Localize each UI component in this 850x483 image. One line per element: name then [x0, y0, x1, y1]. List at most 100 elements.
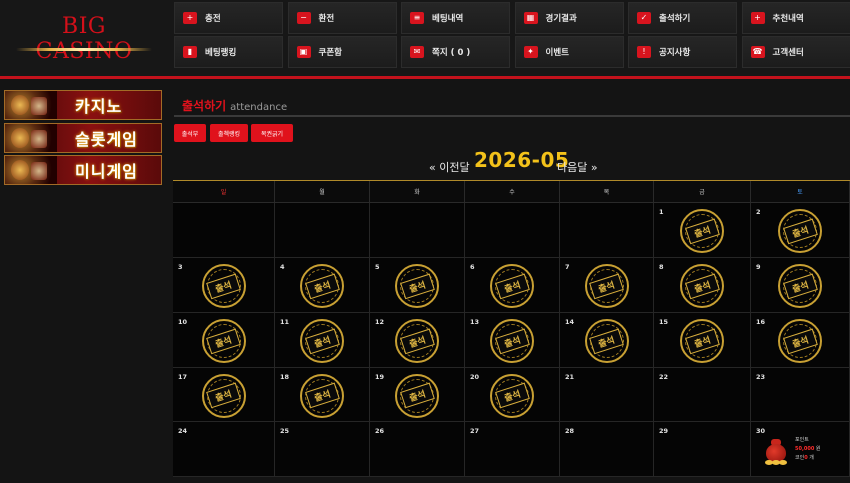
calendar-day: 12 출석 [370, 313, 465, 368]
attendance-stamp: 출석 [490, 264, 534, 309]
nav-label: 환전 [318, 14, 335, 24]
stamp-text: 출석 [782, 328, 818, 354]
weekday-header: 화 [370, 181, 465, 203]
point-amount: 50,000 [795, 446, 815, 452]
attendance-page: BIG CASINO + 충전 − 환전 ≡ 베팅내역 ▦ 경기결과 ✓ 출석하기 + 추천내역 ▮ 베팅… [0, 0, 850, 483]
stamp-text: 출석 [589, 273, 624, 299]
calendar-day: 9 출석 [751, 258, 850, 313]
game-banner-2[interactable]: 슬롯게임 [4, 122, 162, 153]
weekday-header: 월 [275, 181, 370, 203]
stamp-text: 출석 [399, 273, 435, 299]
logo-text: BIG CASINO [35, 14, 133, 64]
nav-button-3[interactable]: ≡ 베팅내역 [401, 2, 510, 34]
stamp-text: 출석 [304, 273, 340, 299]
day-number: 20 [470, 373, 480, 381]
attendance-calendar: 일 월 화 수 목 금 토 1 출석 2 출석 3 출석 4 출석 5 출석 6 출석 7 출석 8 출석 9 출석 10 출석 11… [173, 180, 850, 483]
banner-art-chip [11, 160, 29, 180]
calendar-empty-cell [173, 203, 275, 258]
month-navigation: « 이전달 2026-05 다음달 » [174, 146, 850, 176]
weekday-header: 일 [173, 181, 275, 203]
attendance-stamp: 출석 [201, 319, 246, 364]
day-number: 12 [375, 318, 385, 326]
day-number: 30 [756, 427, 766, 435]
calendar-day: 13 출석 [465, 313, 560, 368]
nav-button-4[interactable]: ▦ 경기결과 [514, 2, 624, 34]
nav-label: 고객센터 [772, 48, 804, 58]
day-number: 8 [659, 263, 664, 271]
next-month-link[interactable]: 다음달 » [557, 159, 598, 175]
page-title-korean: 출석하기 [182, 99, 227, 113]
stamp-text: 출석 [684, 273, 720, 299]
calendar-day: 8 출석 [654, 258, 751, 313]
nav-label: 충전 [205, 14, 221, 24]
nav-button-1[interactable]: + 충전 [174, 2, 283, 34]
reward-point-value: 50,000 원 [795, 446, 821, 452]
day-number: 27 [470, 427, 480, 435]
day-number: 23 [756, 373, 766, 381]
calendar-day: 1 출석 [654, 203, 751, 258]
nav-button-8[interactable]: ▣ 쿠폰함 [287, 36, 397, 68]
nav-button-2[interactable]: − 환전 [287, 2, 397, 34]
attendance-stamp: 출석 [680, 264, 724, 309]
header: BIG CASINO + 충전 − 환전 ≡ 베팅내역 ▦ 경기결과 ✓ 출석하기 + 추천내역 ▮ 베팅… [0, 0, 850, 76]
nav-label: 공지사항 [659, 48, 691, 58]
banner-art-chip [11, 127, 29, 148]
current-month: 2026-05 [474, 148, 570, 172]
attendance-stamp: 출석 [395, 319, 439, 364]
calendar-day: 27 [465, 422, 560, 477]
coin-amount: 0 [804, 455, 808, 461]
site-logo[interactable]: BIG CASINO [10, 14, 158, 64]
day-number: 28 [565, 427, 575, 435]
prev-month-link[interactable]: « 이전달 [429, 159, 470, 175]
logo-underline [16, 48, 152, 51]
game-banner-3[interactable]: 미니게임 [4, 155, 162, 185]
stamp-text: 출석 [206, 382, 241, 409]
calendar-day: 14 출석 [560, 313, 654, 368]
nav-button-12[interactable]: ☎ 고객센터 [741, 36, 850, 68]
nav-button-5[interactable]: ✓ 출석하기 [628, 2, 737, 34]
stamp-text: 출석 [304, 328, 340, 354]
banner-art [5, 156, 57, 184]
nav-label: 경기결과 [545, 14, 577, 24]
day-number: 9 [756, 263, 761, 271]
tab-button-1[interactable]: 출석부 [174, 124, 206, 142]
nav-button-10[interactable]: ✦ 이벤트 [514, 36, 624, 68]
day-number: 4 [280, 263, 285, 271]
calendar-empty-cell [560, 203, 654, 258]
calendar-day: 10 출석 [173, 313, 275, 368]
day-number: 2 [756, 208, 761, 216]
banner-label: 슬롯게임 [75, 129, 138, 149]
stamp-text: 출석 [782, 273, 818, 299]
attendance-stamp: 출석 [300, 373, 344, 418]
day-number: 7 [565, 263, 570, 271]
day-number: 19 [375, 373, 385, 381]
day-number: 6 [470, 263, 475, 271]
attendance-stamp: 출석 [584, 264, 629, 309]
nav-label: 쪽지 ( 0 ) [432, 48, 471, 58]
calendar-day: 4 출석 [275, 258, 370, 313]
day-number: 22 [659, 373, 669, 381]
day-number: 10 [178, 318, 188, 326]
stamp-text: 출석 [399, 328, 435, 354]
nav-button-11[interactable]: ! 공지사항 [628, 36, 737, 68]
nav-label: 이벤트 [545, 48, 569, 58]
stamp-text: 출석 [399, 382, 435, 409]
reward-coin: 코인0 개 [795, 455, 814, 461]
calendar-day: 6 출석 [465, 258, 560, 313]
weekday-header: 수 [465, 181, 560, 203]
nav-button-7[interactable]: ▮ 베팅랭킹 [174, 36, 283, 68]
stamp-text: 출석 [782, 218, 818, 244]
tab-button-3[interactable]: 복권긁기 [251, 124, 293, 142]
tab-button-2[interactable]: 출첵랭킹 [210, 124, 248, 142]
nav-button-9[interactable]: ✉ 쪽지 ( 0 ) [401, 36, 510, 68]
nav-label: 출석하기 [659, 14, 691, 24]
day-number: 24 [178, 427, 188, 435]
game-banner-1[interactable]: 카지노 [4, 90, 162, 120]
attendance-stamp: 출석 [778, 264, 822, 309]
banner-art [5, 123, 57, 152]
day-number: 18 [280, 373, 290, 381]
nav-button-6[interactable]: + 추천내역 [741, 2, 850, 34]
stamp-text: 출석 [494, 328, 530, 354]
gift-box-icon: ▣ [296, 46, 311, 58]
calendar-day: 26 [370, 422, 465, 477]
